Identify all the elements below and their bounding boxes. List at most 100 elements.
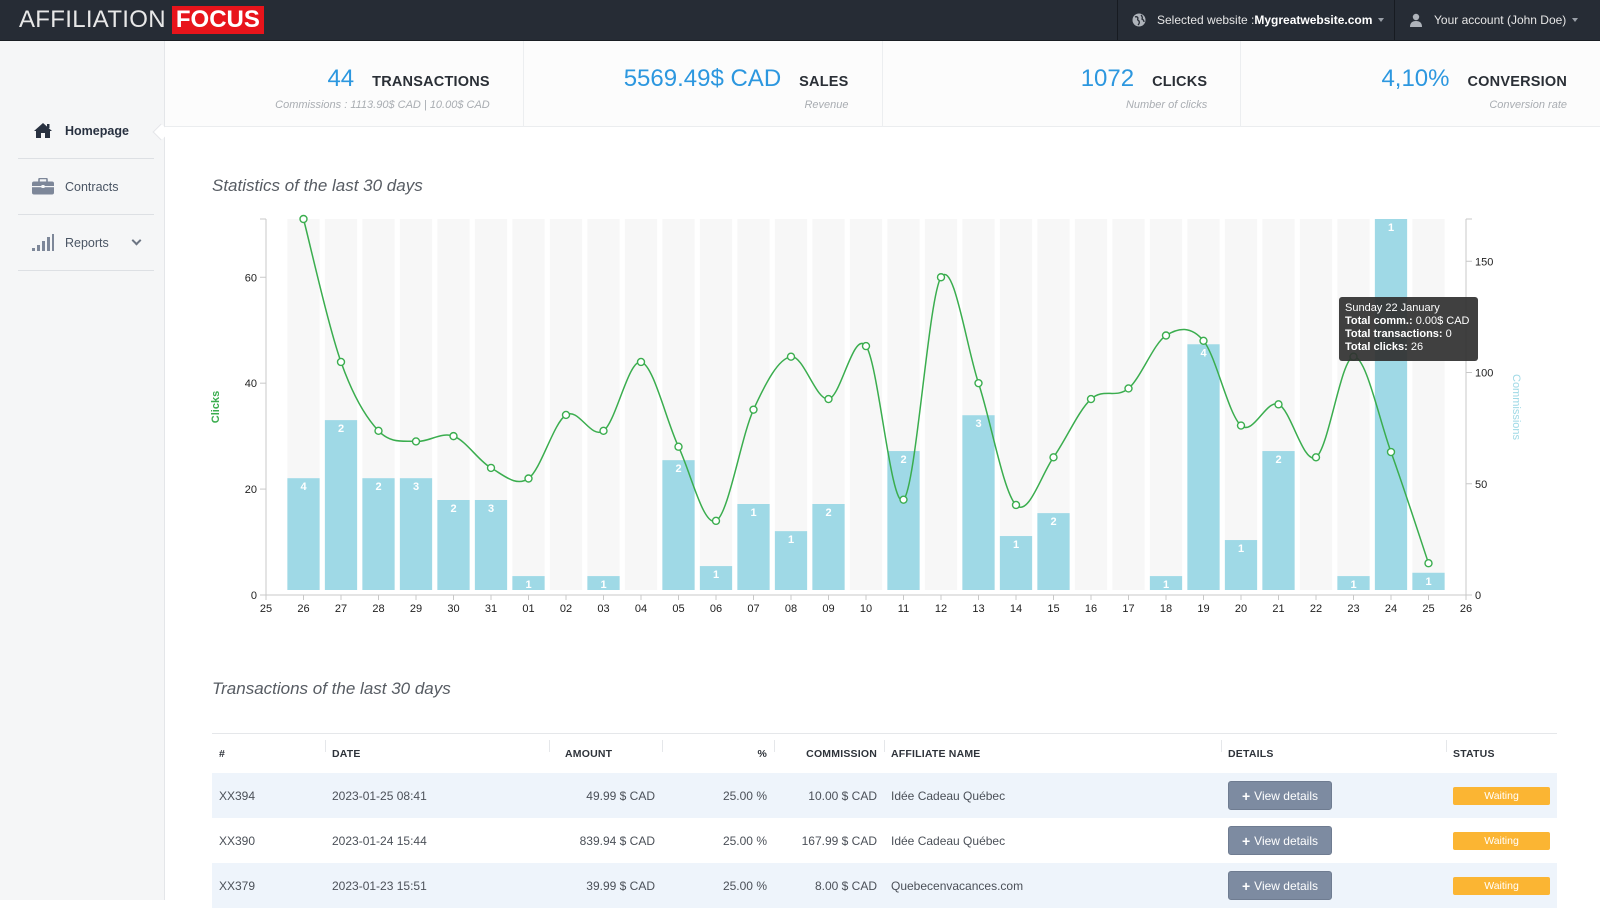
- clicks-point[interactable]: [1086, 394, 1096, 404]
- clicks-point[interactable]: [1049, 453, 1058, 462]
- clicks-point[interactable]: [824, 394, 833, 404]
- x-tick-label: 11: [898, 603, 909, 615]
- chart-bar-label: 2: [675, 463, 681, 475]
- stat-label: SALES: [799, 74, 849, 90]
- view-details-button[interactable]: + View details: [1228, 826, 1332, 855]
- plus-icon: +: [1241, 877, 1251, 894]
- clicks-point[interactable]: [449, 431, 458, 441]
- chart-bar[interactable]: [1374, 219, 1408, 590]
- sidebar-item-homepage[interactable]: Homepage: [18, 103, 154, 159]
- chart-bar[interactable]: [1187, 344, 1220, 590]
- cell-date: 2023-01-24 15:44: [332, 833, 427, 848]
- sidebar-item-reports[interactable]: Reports: [18, 215, 154, 271]
- column-header-amount[interactable]: AMOUNT: [549, 739, 662, 760]
- sidebar-item-label: Homepage: [65, 123, 129, 138]
- chart-bar-label: 1: [1013, 539, 1019, 551]
- column-header-affiliate[interactable]: AFFILIATE NAME: [884, 739, 1221, 760]
- clicks-point[interactable]: [936, 273, 946, 282]
- view-details-button[interactable]: + View details: [1228, 781, 1332, 810]
- view-details-button[interactable]: + View details: [1228, 871, 1332, 900]
- clicks-point[interactable]: [899, 495, 908, 504]
- selected-website-dropdown[interactable]: Selected website : Mygreatwebsite.com: [1117, 0, 1394, 40]
- chart-bar[interactable]: [362, 478, 395, 590]
- clicks-point[interactable]: [486, 463, 496, 473]
- account-dropdown[interactable]: Your account (John Doe): [1394, 0, 1600, 40]
- chart-bar-label: 2: [450, 503, 456, 515]
- chart-bar[interactable]: [399, 478, 433, 590]
- sidebar-item-contracts[interactable]: Contracts: [18, 159, 154, 215]
- clicks-point[interactable]: [1274, 400, 1283, 409]
- chart-bar[interactable]: [662, 460, 695, 590]
- clicks-point[interactable]: [1386, 447, 1396, 457]
- chart-column-bg: [1299, 219, 1333, 590]
- chart-column-bg: [849, 219, 883, 590]
- chart-bar-label: 2: [1275, 454, 1281, 466]
- clicks-point[interactable]: [411, 437, 421, 446]
- caret-down-icon: [1378, 18, 1385, 22]
- cell-percent: 25.00 %: [722, 878, 767, 893]
- column-header-id[interactable]: #: [212, 748, 325, 760]
- cell-id: XX394: [219, 788, 256, 803]
- clicks-point[interactable]: [336, 357, 346, 367]
- y-tick-label-right: 50: [1475, 479, 1487, 491]
- clicks-point[interactable]: [1161, 331, 1171, 340]
- clicks-point[interactable]: [1424, 559, 1433, 568]
- clicks-point[interactable]: [636, 357, 646, 367]
- clicks-point[interactable]: [1199, 336, 1208, 346]
- x-tick-label: 19: [1197, 603, 1209, 615]
- transactions-table: # DATE AMOUNT % COMMISSION AFFILIATE NAM…: [212, 733, 1557, 908]
- clicks-point[interactable]: [711, 516, 721, 526]
- clicks-point[interactable]: [974, 378, 983, 388]
- chevron-down-icon[interactable]: [131, 235, 142, 246]
- chart-column-bg: [512, 219, 545, 590]
- logo[interactable]: AFFILIATION FOCUS: [19, 5, 264, 35]
- column-header-commission[interactable]: COMMISSION: [774, 739, 884, 760]
- clicks-point[interactable]: [674, 442, 683, 451]
- clicks-point[interactable]: [749, 405, 758, 414]
- clicks-point[interactable]: [299, 214, 308, 224]
- x-tick-label: 15: [1047, 603, 1059, 615]
- user-icon: [1409, 13, 1423, 27]
- chart-bar-label: 1: [1425, 576, 1431, 588]
- clicks-point[interactable]: [561, 410, 571, 420]
- stat-subtitle: Commissions : 1113.90$ CAD | 10.00$ CAD: [275, 99, 490, 111]
- chart-bar[interactable]: [287, 478, 320, 590]
- chart-column-bg: [1337, 219, 1370, 590]
- x-tick-label: 28: [372, 603, 384, 615]
- logo-text-bold: FOCUS: [171, 6, 264, 34]
- chart-bar-label: 4: [1200, 347, 1207, 359]
- chart-bar[interactable]: [962, 415, 995, 590]
- column-header-percent[interactable]: %: [662, 739, 774, 760]
- selected-website-name: Mygreatwebsite.com: [1254, 13, 1373, 27]
- clicks-point[interactable]: [524, 474, 533, 483]
- clicks-point[interactable]: [599, 426, 608, 436]
- x-tick-label: 10: [860, 603, 872, 615]
- clicks-point[interactable]: [1011, 500, 1021, 510]
- clicks-point[interactable]: [1236, 421, 1246, 430]
- chart-column-bg: [1149, 219, 1183, 590]
- chart-column-bg: [549, 219, 583, 590]
- x-tick-label: 07: [747, 603, 759, 615]
- clicks-point[interactable]: [374, 426, 383, 436]
- cell-amount: 39.99 $ CAD: [586, 878, 655, 893]
- chart-bar[interactable]: [1262, 451, 1295, 590]
- clicks-point[interactable]: [861, 341, 871, 351]
- column-header-date[interactable]: DATE: [325, 739, 549, 760]
- cell-commission: 10.00 $ CAD: [808, 788, 877, 803]
- clicks-point[interactable]: [1311, 453, 1321, 462]
- y-axis-title-left: Clicks: [210, 391, 222, 423]
- cell-percent: 25.00 %: [722, 833, 767, 848]
- stat-subtitle: Number of clicks: [1125, 99, 1208, 111]
- clicks-point[interactable]: [1124, 384, 1133, 393]
- stat-value: 1072: [1080, 65, 1135, 92]
- x-tick-label: 25: [1422, 603, 1434, 615]
- x-tick-label: 14: [1010, 603, 1022, 615]
- chart-bar-label: 3: [413, 481, 419, 493]
- column-header-status[interactable]: STATUS: [1446, 739, 1557, 760]
- y-axis-title-right: Commissions: [1510, 374, 1522, 441]
- clicks-point[interactable]: [786, 352, 796, 361]
- chart-bar-label: 1: [1350, 579, 1356, 591]
- chart-bar[interactable]: [324, 420, 358, 590]
- chart-bar-label: 4: [300, 481, 307, 493]
- x-tick-label: 29: [410, 603, 422, 615]
